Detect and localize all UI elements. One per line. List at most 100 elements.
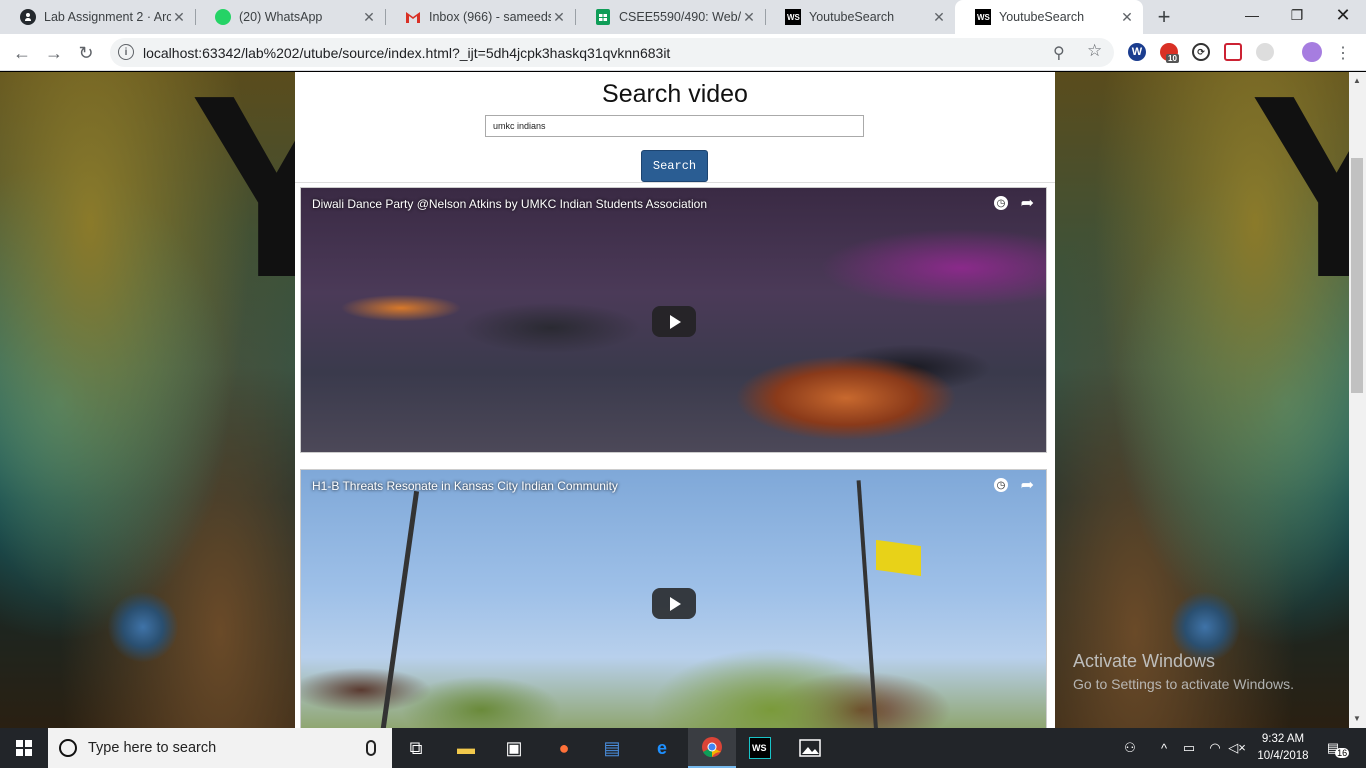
video-player[interactable]: H1-B Threats Resonate in Kansas City Ind… — [300, 469, 1047, 728]
tab-title: YoutubeSearch — [809, 10, 895, 24]
close-icon[interactable]: ✕ — [171, 9, 187, 25]
minimize-button[interactable]: — — [1229, 0, 1275, 30]
notification-count: 16 — [1335, 748, 1350, 758]
close-window-button[interactable]: ✕ — [1320, 0, 1366, 30]
page-scrollbar[interactable]: ▲ ▼ — [1349, 72, 1366, 728]
back-button[interactable]: ← — [9, 40, 35, 66]
play-button[interactable] — [652, 588, 696, 619]
taskbar-search-placeholder: Type here to search — [88, 740, 217, 756]
watermark-title: Activate Windows — [1073, 651, 1216, 671]
volume-muted-icon[interactable]: ◁× — [1226, 728, 1248, 768]
close-icon[interactable]: ✕ — [931, 9, 947, 25]
search-input[interactable] — [485, 115, 864, 137]
address-bar[interactable]: i localhost:63342/lab%202/utube/source/i… — [110, 38, 1114, 67]
tab-title: (20) WhatsApp — [239, 10, 323, 24]
tab-title: CSEE5590/490: Web/Cl — [619, 10, 741, 24]
notifications-icon[interactable]: ▤ 16 — [1320, 728, 1356, 768]
menu-icon[interactable]: ⋮ — [1330, 40, 1356, 66]
page-viewport: Y Y Search video Search Diwali Dance Par… — [0, 72, 1349, 728]
firefox-icon[interactable]: ● — [540, 728, 588, 768]
chevron-up-icon[interactable]: ^ — [1154, 728, 1174, 768]
tab-title: YoutubeSearch — [999, 10, 1085, 24]
background-orb — [108, 592, 178, 662]
photos-app-icon[interactable] — [786, 728, 834, 768]
gmail-icon — [405, 9, 421, 25]
search-button[interactable]: Search — [641, 150, 708, 182]
scroll-thumb[interactable] — [1351, 158, 1363, 393]
svg-text:WS: WS — [787, 13, 801, 22]
close-icon[interactable]: ✕ — [741, 9, 757, 25]
word-extension-icon[interactable]: W — [1128, 43, 1146, 61]
watch-later-icon[interactable]: ◷ — [994, 478, 1008, 492]
divider — [295, 182, 1055, 183]
tab-gmail[interactable]: Inbox (966) - sameedsh ✕ — [385, 0, 575, 34]
windows-logo-icon — [16, 740, 32, 756]
page-title: Search video — [602, 80, 748, 108]
profile-avatar[interactable] — [1302, 42, 1322, 62]
svg-text:WS: WS — [977, 13, 991, 22]
file-explorer-icon[interactable]: ▬ — [442, 728, 490, 768]
speed-extension-icon[interactable]: ⟳ — [1192, 43, 1210, 61]
wifi-icon[interactable]: ◠ — [1204, 728, 1226, 768]
whatsapp-icon — [215, 9, 231, 25]
clock-time: 9:32 AM — [1261, 733, 1305, 745]
windows-taskbar: Type here to search ⧉ ▬ ▣ ● ▤ e WS ⚇ ^ ▭… — [0, 728, 1366, 768]
scroll-up-icon[interactable]: ▲ — [1353, 76, 1361, 85]
url-text: localhost:63342/lab%202/utube/source/ind… — [143, 45, 671, 61]
edge-icon[interactable]: e — [638, 728, 686, 768]
flag — [876, 539, 921, 577]
share-icon[interactable]: ➦ — [1021, 475, 1034, 495]
battery-icon[interactable]: ▭ — [1178, 728, 1200, 768]
taskbar-search[interactable]: Type here to search — [48, 728, 392, 768]
sheets-icon — [595, 9, 611, 25]
close-icon[interactable]: ✕ — [1119, 9, 1135, 25]
video-player[interactable]: Diwali Dance Party @Nelson Atkins by UMK… — [300, 187, 1047, 453]
clock-date: 10/4/2018 — [1257, 750, 1309, 762]
svg-text:WS: WS — [752, 743, 767, 753]
disabled-extension-icon[interactable] — [1256, 43, 1274, 61]
scroll-down-icon[interactable]: ▼ — [1353, 714, 1361, 723]
tab-course-sheet[interactable]: CSEE5590/490: Web/Cl ✕ — [575, 0, 765, 34]
photos-icon[interactable]: ▤ — [588, 728, 636, 768]
microphone-icon[interactable] — [366, 740, 376, 756]
webstorm-icon: WS — [785, 9, 801, 25]
play-icon — [670, 314, 681, 329]
task-view-icon[interactable]: ⧉ — [392, 728, 440, 768]
webstorm-taskbar-icon[interactable]: WS — [736, 728, 784, 768]
share-icon[interactable]: ➦ — [1021, 193, 1034, 213]
reload-button[interactable]: ↻ — [73, 40, 99, 66]
chrome-icon[interactable] — [688, 728, 736, 768]
info-icon[interactable]: i — [118, 44, 134, 60]
store-icon[interactable]: ▣ — [490, 728, 538, 768]
forward-button[interactable]: → — [41, 40, 67, 66]
extension-badge: 10 — [1166, 54, 1179, 63]
restore-button[interactable]: ❐ — [1274, 0, 1320, 30]
tab-youtubesearch-active[interactable]: WS YoutubeSearch ✕ — [955, 0, 1143, 34]
people-icon[interactable]: ⚇ — [1118, 728, 1142, 768]
zoom-icon[interactable]: ⚲ — [1053, 43, 1065, 63]
watch-later-icon[interactable]: ◷ — [994, 196, 1008, 210]
main-content: Search video Search Diwali Dance Party @… — [295, 72, 1055, 728]
new-tab-button[interactable]: + — [1152, 4, 1176, 29]
start-button[interactable] — [0, 728, 48, 768]
close-icon[interactable]: ✕ — [551, 9, 567, 25]
tab-title: Lab Assignment 2 · Arc — [44, 10, 171, 24]
tab-whatsapp[interactable]: (20) WhatsApp ✕ — [195, 0, 385, 34]
background-letter-y: Y — [1250, 72, 1349, 332]
browser-toolbar: ← → ↻ i localhost:63342/lab%202/utube/so… — [0, 34, 1366, 71]
background-left-panel: Y — [0, 72, 363, 728]
background-right-panel: Y — [1055, 72, 1349, 728]
close-icon[interactable]: ✕ — [361, 9, 377, 25]
webstorm-icon: WS — [975, 9, 991, 25]
tab-lab-assignment[interactable]: Lab Assignment 2 · Arc ✕ — [0, 0, 195, 34]
bookmark-star-icon[interactable]: ☆ — [1087, 41, 1102, 61]
video-title[interactable]: H1-B Threats Resonate in Kansas City Ind… — [312, 479, 618, 493]
taskbar-clock[interactable]: 9:32 AM 10/4/2018 — [1248, 731, 1318, 765]
tab-youtubesearch-1[interactable]: WS YoutubeSearch ✕ — [765, 0, 955, 34]
browser-tab-strip: Lab Assignment 2 · Arc ✕ (20) WhatsApp ✕… — [0, 0, 1366, 34]
play-button[interactable] — [652, 306, 696, 337]
activate-windows-watermark: Activate Windows Go to Settings to activ… — [1073, 651, 1294, 692]
extension-icon[interactable]: 10 — [1160, 43, 1179, 63]
pocket-extension-icon[interactable] — [1224, 43, 1242, 61]
video-title[interactable]: Diwali Dance Party @Nelson Atkins by UMK… — [312, 197, 707, 211]
